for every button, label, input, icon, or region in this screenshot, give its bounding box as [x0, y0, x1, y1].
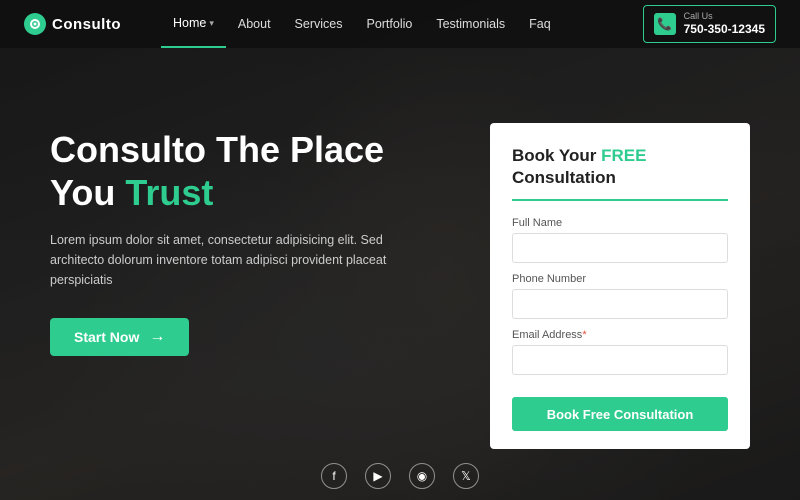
youtube-icon[interactable]: ▶: [365, 463, 391, 489]
twitter-icon[interactable]: 𝕏: [453, 463, 479, 489]
nav-link-portfolio[interactable]: Portfolio: [354, 0, 424, 48]
logo-icon: [24, 13, 46, 35]
form-title: Book Your FREE Consultation: [512, 145, 728, 201]
phone-number-input[interactable]: [512, 289, 728, 319]
footer-social: f ▶ ◉ 𝕏: [0, 452, 800, 500]
book-consultation-button[interactable]: Book Free Consultation: [512, 397, 728, 431]
phone-number: 750-350-12345: [684, 22, 765, 36]
hero-description: Lorem ipsum dolor sit amet, consectetur …: [50, 230, 390, 290]
phone-icon: 📞: [654, 13, 676, 35]
form-group-email: Email Address*: [512, 329, 728, 375]
form-group-phone: Phone Number: [512, 273, 728, 319]
nav-link-services[interactable]: Services: [283, 0, 355, 48]
brand-name: Consulto: [52, 16, 121, 33]
nav-link-testimonials[interactable]: Testimonials: [424, 0, 517, 48]
hero-left: Consulto The Place You Trust Lorem ipsum…: [50, 108, 490, 356]
full-name-input[interactable]: [512, 233, 728, 263]
email-label: Email Address*: [512, 329, 728, 341]
nav-link-about[interactable]: About: [226, 0, 283, 48]
facebook-icon[interactable]: f: [321, 463, 347, 489]
consultation-form: Book Your FREE Consultation Full Name Ph…: [490, 123, 750, 449]
chevron-down-icon: ▾: [209, 18, 214, 29]
logo[interactable]: Consulto: [24, 13, 121, 35]
call-us-label: Call Us: [684, 11, 765, 22]
nav-link-faq[interactable]: Faq: [517, 0, 563, 48]
full-name-label: Full Name: [512, 217, 728, 229]
email-input[interactable]: [512, 345, 728, 375]
nav-links: Home ▾ About Services Portfolio Testimon…: [161, 0, 643, 48]
navbar: Consulto Home ▾ About Services Portfolio…: [0, 0, 800, 48]
hero-title: Consulto The Place You Trust: [50, 128, 430, 214]
phone-button[interactable]: 📞 Call Us 750-350-12345: [643, 5, 776, 42]
nav-link-home[interactable]: Home ▾: [161, 0, 226, 48]
phone-number-label: Phone Number: [512, 273, 728, 285]
form-group-name: Full Name: [512, 217, 728, 263]
arrow-icon: →: [149, 328, 165, 346]
instagram-icon[interactable]: ◉: [409, 463, 435, 489]
start-now-button[interactable]: Start Now →: [50, 318, 189, 356]
hero-content: Consulto The Place You Trust Lorem ipsum…: [0, 48, 800, 452]
